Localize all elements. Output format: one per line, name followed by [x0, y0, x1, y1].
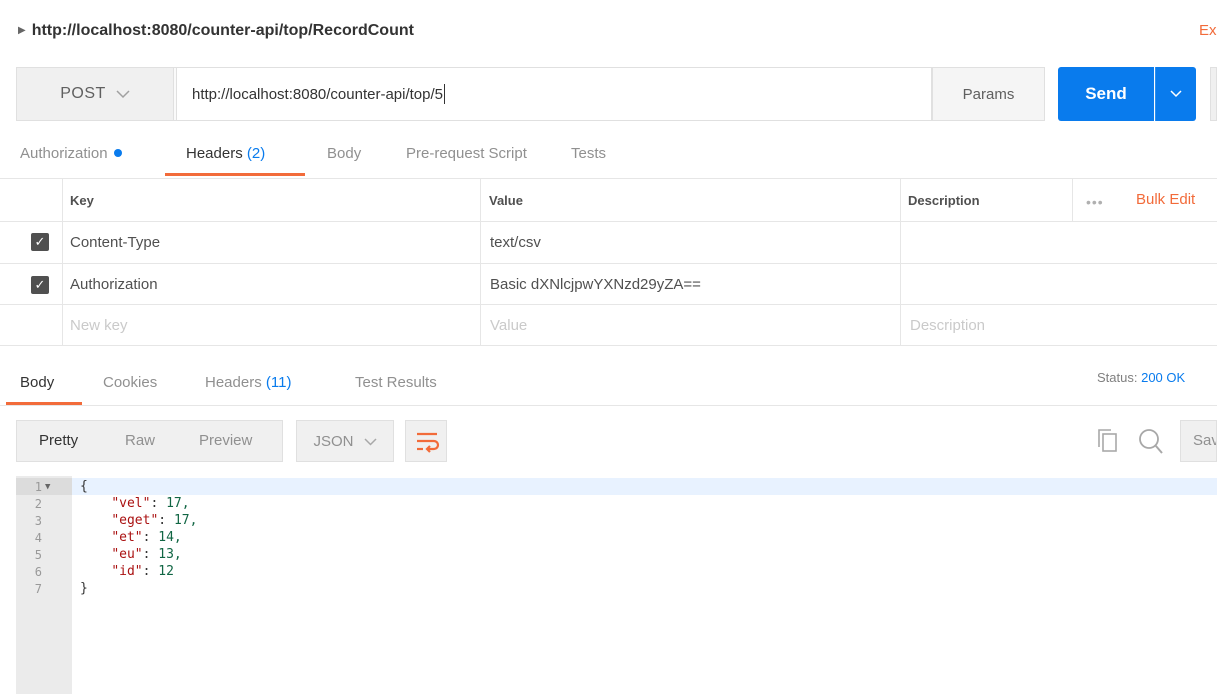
json-key: "eu" [111, 547, 143, 562]
send-button[interactable]: Send [1058, 67, 1154, 121]
divider [1072, 179, 1073, 221]
method-select[interactable]: POST [16, 67, 174, 121]
code-line: "vel": 17, [111, 496, 190, 511]
chevron-down-icon [1170, 90, 1182, 98]
header-key[interactable]: Content-Type [70, 234, 160, 251]
line-number: 2 [34, 497, 42, 511]
line-number: 5 [34, 548, 42, 562]
request-name[interactable]: ▶ http://localhost:8080/counter-api/top/R… [18, 22, 414, 40]
json-value: 14, [158, 530, 182, 545]
tab-tests[interactable]: Tests [571, 145, 606, 162]
header-value[interactable]: text/csv [490, 234, 541, 251]
active-tab-indicator [165, 173, 305, 176]
json-key: "vel" [111, 496, 151, 511]
divider [0, 405, 1217, 406]
code-line: { [80, 479, 88, 494]
modified-dot-icon [113, 149, 122, 157]
json-key: "et" [111, 530, 143, 545]
bulk-edit-link[interactable]: Bulk Edit [1136, 191, 1195, 208]
line-number: 4 [34, 531, 42, 545]
code-line: "et": 14, [111, 530, 182, 545]
response-tab-cookies[interactable]: Cookies [103, 374, 157, 391]
response-tab-headers[interactable]: Headers (11) [205, 374, 291, 391]
json-value: 13, [158, 547, 182, 562]
view-mode-raw[interactable]: Raw [125, 432, 155, 449]
json-value: 12 [158, 564, 174, 579]
save-request-button[interactable] [1210, 67, 1217, 121]
fold-toggle-icon[interactable]: ▼ [45, 482, 50, 492]
header-key[interactable]: Authorization [70, 276, 158, 293]
wrap-icon [417, 432, 440, 453]
status-badge: Status: 200 OK [1097, 370, 1186, 385]
divider [0, 304, 1217, 305]
checkbox-checked-icon[interactable]: ✓ [31, 233, 49, 251]
format-select[interactable]: JSON [296, 420, 394, 462]
chevron-down-icon [363, 434, 377, 449]
text-caret [444, 84, 446, 104]
response-tab-body[interactable]: Body [20, 374, 54, 391]
search-icon[interactable] [1138, 427, 1164, 460]
more-options-icon[interactable]: ••• [1086, 194, 1104, 210]
divider [0, 263, 1217, 264]
checkbox-checked-icon[interactable]: ✓ [31, 276, 49, 294]
tab-headers[interactable]: Headers (2) [186, 145, 265, 162]
json-key: "id" [111, 564, 143, 579]
send-dropdown-button[interactable] [1155, 67, 1196, 121]
chevron-down-icon [116, 86, 130, 102]
code-line: "id": 12 [111, 564, 174, 579]
column-header-description: Description [908, 193, 980, 208]
wrap-lines-button[interactable] [405, 420, 447, 462]
active-line [72, 478, 1217, 495]
divider [0, 178, 1217, 179]
divider [62, 179, 63, 345]
divider [0, 345, 1217, 346]
examples-link[interactable]: Ex [1199, 22, 1217, 39]
new-value-input[interactable]: Value [490, 317, 527, 334]
triangle-right-icon[interactable]: ▶ [18, 25, 26, 36]
tab-body[interactable]: Body [327, 145, 361, 162]
json-value: 17, [166, 496, 190, 511]
header-value[interactable]: Basic dXNlcjpwYXNzd29yZA== [490, 276, 701, 293]
divider [0, 221, 1217, 222]
new-description-input[interactable]: Description [910, 317, 985, 334]
code-line: "eu": 13, [111, 547, 182, 562]
url-input[interactable]: http://localhost:8080/counter-api/top/5 [176, 67, 932, 121]
new-key-input[interactable]: New key [70, 317, 128, 334]
copy-icon[interactable] [1097, 428, 1121, 459]
params-button[interactable]: Params [932, 67, 1045, 121]
code-line: } [80, 581, 88, 596]
code-line: "eget": 17, [111, 513, 198, 528]
divider [900, 179, 901, 345]
line-number: 1 [34, 480, 42, 494]
column-header-value: Value [489, 193, 523, 208]
url-text: http://localhost:8080/counter-api/top/5 [192, 85, 444, 103]
divider [480, 179, 481, 345]
json-value: 17, [173, 513, 198, 528]
column-header-key: Key [70, 193, 94, 208]
line-number: 6 [34, 565, 42, 579]
line-number: 3 [34, 514, 42, 528]
line-number: 7 [34, 582, 42, 596]
tab-authorization[interactable]: Authorization [20, 145, 122, 162]
method-label: POST [60, 85, 106, 102]
json-key: "eget" [111, 513, 159, 528]
response-tab-test-results[interactable]: Test Results [355, 374, 437, 391]
view-mode-preview[interactable]: Preview [199, 432, 252, 449]
view-mode-pretty[interactable]: Pretty [39, 432, 78, 449]
save-response-button[interactable]: Save [1180, 420, 1217, 462]
response-body-editor[interactable] [72, 476, 1217, 694]
tab-prerequest-script[interactable]: Pre-request Script [406, 145, 527, 162]
